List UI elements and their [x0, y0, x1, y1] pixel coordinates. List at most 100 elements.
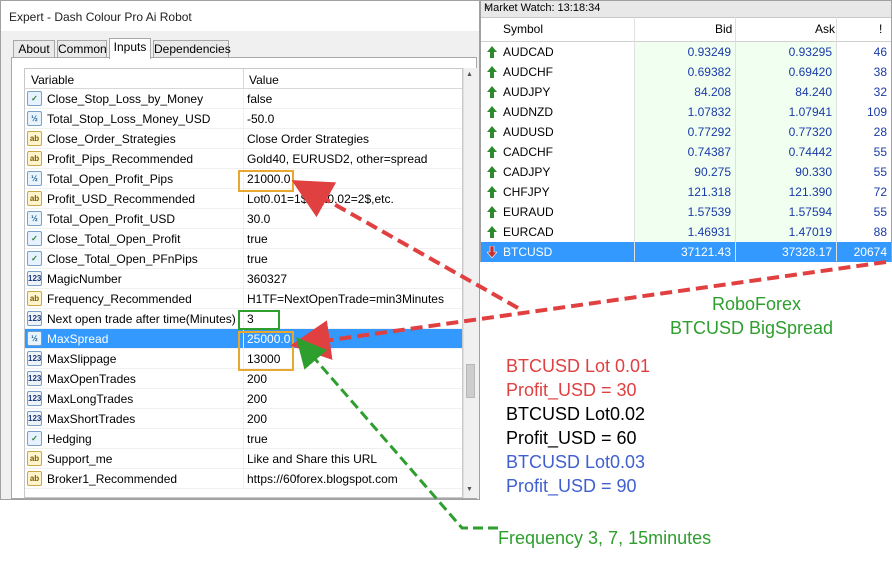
scrollbar-thumb[interactable] [466, 364, 475, 398]
param-value[interactable]: true [247, 232, 268, 246]
param-name: Broker1_Recommended [47, 472, 178, 486]
bid-price: 121.318 [687, 185, 731, 199]
ask-price: 0.93295 [788, 45, 832, 59]
bid-price: 1.46931 [687, 225, 731, 239]
tab-dependencies[interactable]: Dependencies [153, 40, 231, 57]
param-type-str-icon: ab [27, 191, 42, 206]
spread-value: 55 [873, 145, 887, 159]
param-row[interactable]: ✓ Close_Total_Open_PFnPips true [25, 249, 462, 269]
note-lot-line: BTCUSD Lot0.03 [506, 452, 646, 472]
param-row[interactable]: ab Broker1_Recommended https://60forex.blo… [25, 469, 462, 489]
symbol-row[interactable]: BTCUSD 37121.43 37328.17 20674 [481, 242, 891, 262]
param-value[interactable]: https://60forex.blogspot.com [247, 472, 398, 486]
param-value[interactable]: Lot0.01=1$,Lot0.02=2$,etc. [247, 192, 394, 206]
symbol-row[interactable]: AUDCAD 0.93249 0.93295 46 [481, 42, 891, 62]
price-up-icon [487, 126, 497, 138]
note-lot-line: Profit_USD = 60 [506, 428, 637, 448]
bid-price: 0.77292 [687, 125, 731, 139]
param-type-dbl-icon: ½ [27, 111, 42, 126]
column-header-bid[interactable]: Bid [715, 22, 732, 36]
param-value[interactable]: Gold40, EURUSD2, other=spread [247, 152, 427, 166]
note-lot-line: Profit_USD = 90 [506, 476, 637, 496]
param-type-int-icon: 123 [27, 371, 42, 386]
spread-value: 46 [873, 45, 887, 59]
param-value[interactable]: 200 [247, 372, 267, 386]
param-row[interactable]: 123 MaxLongTrades 200 [25, 389, 462, 409]
param-row[interactable]: ab Close_Order_Strategies Close Order Stra… [25, 129, 462, 149]
param-row[interactable]: ✓ Close_Total_Open_Profit true [25, 229, 462, 249]
param-value[interactable]: 30.0 [247, 212, 270, 226]
param-value[interactable]: 200 [247, 412, 267, 426]
spread-value: 55 [873, 165, 887, 179]
symbol-row[interactable]: AUDUSD 0.77292 0.77320 28 [481, 122, 891, 142]
param-row[interactable]: ½ Total_Open_Profit_USD 30.0 [25, 209, 462, 229]
param-row[interactable]: ½ Total_Stop_Loss_Money_USD -50.0 [25, 109, 462, 129]
spread-value: 38 [873, 65, 887, 79]
param-value[interactable]: false [247, 92, 272, 106]
param-type-str-icon: ab [27, 151, 42, 166]
symbol-row[interactable]: CADJPY 90.275 90.330 55 [481, 162, 891, 182]
param-row[interactable]: ab Profit_USD_Recommended Lot0.01=1$,Lot0.… [25, 189, 462, 209]
symbol-name: CHFJPY [503, 185, 550, 199]
symbol-row[interactable]: AUDJPY 84.208 84.240 32 [481, 82, 891, 102]
param-name: Total_Open_Profit_USD [47, 212, 176, 226]
param-row[interactable]: 123 MaxOpenTrades 200 [25, 369, 462, 389]
spread-value: 32 [873, 85, 887, 99]
param-row[interactable]: ab Profit_Pips_Recommended Gold40, EURUSD2… [25, 149, 462, 169]
param-name: Support_me [47, 452, 113, 466]
price-up-icon [487, 226, 497, 238]
price-up-icon [487, 186, 497, 198]
symbol-name: EURAUD [503, 205, 554, 219]
grid-scrollbar[interactable]: ▲ ▼ [463, 68, 477, 498]
param-value[interactable]: Close Order Strategies [247, 132, 369, 146]
highlight-profit-pips [238, 170, 294, 192]
param-value[interactable]: H1TF=NextOpenTrade=min3Minutes [247, 292, 444, 306]
param-value[interactable]: true [247, 432, 268, 446]
ask-price: 0.69420 [788, 65, 832, 79]
column-header-variable[interactable]: Variable [31, 73, 74, 87]
param-type-str-icon: ab [27, 451, 42, 466]
highlight-spread-slippage [238, 331, 294, 371]
param-row[interactable]: ab Support_me Like and Share this URL [25, 449, 462, 469]
tab-about[interactable]: About [13, 40, 55, 57]
price-up-icon [487, 146, 497, 158]
param-value[interactable]: true [247, 252, 268, 266]
scroll-down-icon[interactable]: ▼ [466, 486, 473, 493]
param-value[interactable]: 200 [247, 392, 267, 406]
param-type-int-icon: 123 [27, 391, 42, 406]
param-value[interactable]: 360327 [247, 272, 287, 286]
symbol-row[interactable]: AUDNZD 1.07832 1.07941 109 [481, 102, 891, 122]
column-header-value[interactable]: Value [249, 73, 279, 87]
ask-price: 1.47019 [788, 225, 832, 239]
symbol-row[interactable]: CADCHF 0.74387 0.74442 55 [481, 142, 891, 162]
param-value[interactable]: -50.0 [247, 112, 274, 126]
column-header-symbol[interactable]: Symbol [503, 22, 543, 36]
bid-price: 1.07832 [687, 105, 731, 119]
symbol-row[interactable]: AUDCHF 0.69382 0.69420 38 [481, 62, 891, 82]
symbol-row[interactable]: EURCAD 1.46931 1.47019 88 [481, 222, 891, 242]
param-name: Close_Order_Strategies [47, 132, 176, 146]
param-row[interactable]: ab Frequency_Recommended H1TF=NextOpenTrad… [25, 289, 462, 309]
symbol-row[interactable]: EURAUD 1.57539 1.57594 55 [481, 202, 891, 222]
param-name: Total_Open_Profit_Pips [47, 172, 174, 186]
column-header-ask[interactable]: Ask [815, 22, 835, 36]
param-value[interactable]: Like and Share this URL [247, 452, 377, 466]
param-row[interactable]: ✓ Close_Stop_Loss_by_Money false [25, 89, 462, 109]
param-row[interactable]: 123 MaxShortTrades 200 [25, 409, 462, 429]
column-header-spread[interactable]: ! [879, 22, 882, 36]
param-type-int-icon: 123 [27, 351, 42, 366]
market-watch-window: Market Watch: 13:18:34 × Symbol Bid Ask … [480, 0, 892, 262]
param-name: Close_Total_Open_Profit [47, 232, 181, 246]
param-row[interactable]: ✓ Hedging true [25, 429, 462, 449]
scroll-up-icon[interactable]: ▲ [466, 71, 473, 78]
param-row[interactable]: 123 MagicNumber 360327 [25, 269, 462, 289]
close-icon[interactable]: × [484, 2, 887, 14]
param-type-dbl-icon: ½ [27, 331, 42, 346]
param-name: Total_Stop_Loss_Money_USD [47, 112, 211, 126]
tab-inputs[interactable]: Inputs [109, 38, 151, 59]
symbol-row[interactable]: CHFJPY 121.318 121.390 72 [481, 182, 891, 202]
market-watch-title-bar: Market Watch: 13:18:34 × [481, 1, 891, 18]
tab-common[interactable]: Common [57, 40, 107, 57]
param-name: MaxOpenTrades [47, 372, 136, 386]
note-lot-line: BTCUSD Lot0.02 [506, 404, 646, 424]
